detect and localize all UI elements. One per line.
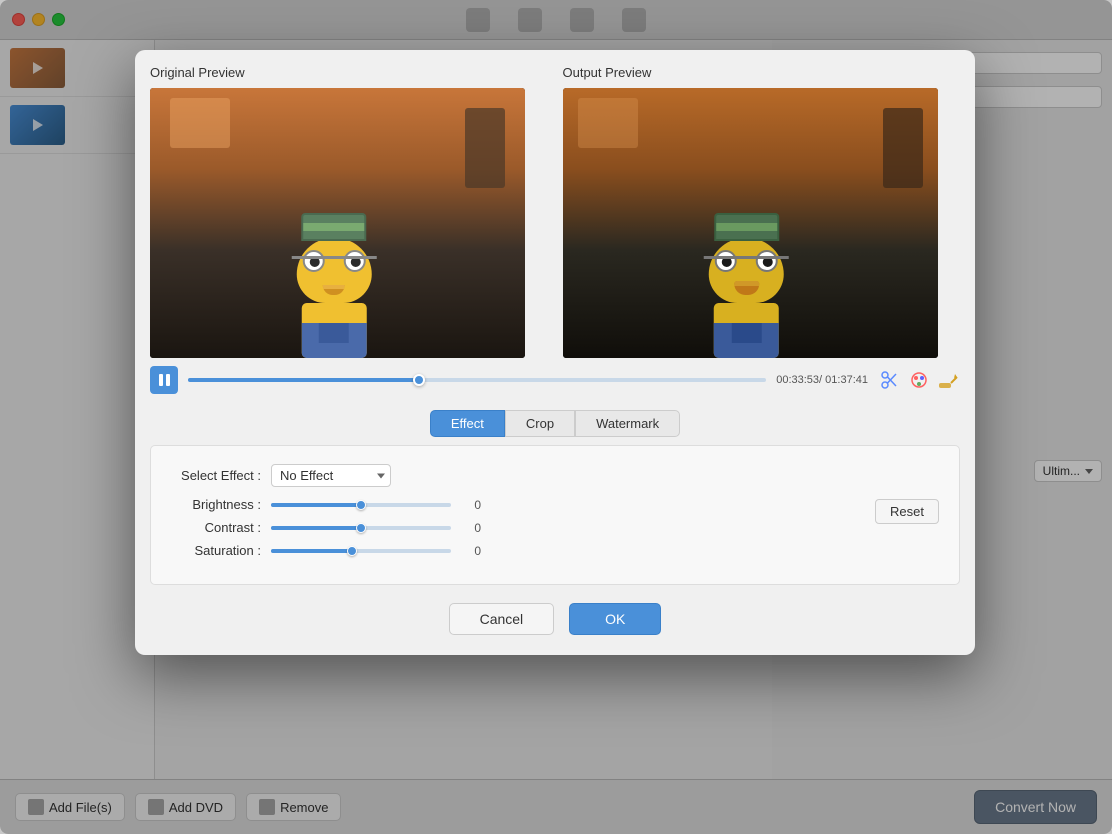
minion-figure-left <box>296 238 371 358</box>
modal-overlay: Original Preview <box>0 0 1112 834</box>
saturation-value: 0 <box>461 544 481 558</box>
brightness-fill <box>271 503 361 507</box>
contrast-thumb[interactable] <box>356 523 366 533</box>
original-scene <box>150 88 525 358</box>
bib <box>319 323 349 343</box>
body-left <box>301 303 366 358</box>
tab-effect[interactable]: Effect <box>430 410 505 437</box>
teeth-r <box>734 281 759 286</box>
progress-thumb[interactable] <box>413 374 425 386</box>
reset-area: Reset <box>875 497 939 524</box>
progress-fill <box>188 378 419 382</box>
modal-dialog: Original Preview <box>135 50 975 655</box>
contrast-slider[interactable] <box>271 526 451 530</box>
saturation-slider[interactable] <box>271 549 451 553</box>
pause-bar-right <box>166 374 170 386</box>
time-current: 00:33:53 <box>776 374 819 386</box>
bg-element-1 <box>465 108 505 188</box>
ok-label: OK <box>605 611 625 627</box>
controls-bar: 00:33:53/ 01:37:41 <box>135 358 975 402</box>
progress-bar[interactable] <box>188 378 766 382</box>
tab-watermark[interactable]: Watermark <box>575 410 680 437</box>
toolbar-icons <box>878 368 960 392</box>
output-preview-label: Output Preview <box>563 65 961 80</box>
output-preview-section: Output Preview <box>563 65 961 358</box>
ok-button[interactable]: OK <box>569 603 661 635</box>
bg-element-2 <box>170 98 230 148</box>
sliders-area: Brightness : 0 Contrast : <box>171 497 939 566</box>
output-preview-video <box>563 88 938 358</box>
saturation-row: Saturation : 0 <box>171 543 860 558</box>
select-effect-input[interactable]: No Effect Blur Sharpen Grayscale <box>271 464 391 487</box>
goggles-band <box>291 256 376 259</box>
effect-panel: Select Effect : No Effect Blur Sharpen G… <box>150 445 960 585</box>
minion-figure-right <box>709 238 784 358</box>
contrast-row: Contrast : 0 <box>171 520 860 535</box>
original-preview-section: Original Preview <box>150 65 548 358</box>
dialog-buttons: Cancel OK <box>135 585 975 655</box>
bg-element-r2 <box>578 98 638 148</box>
brightness-slider[interactable] <box>271 503 451 507</box>
reset-button[interactable]: Reset <box>875 499 939 524</box>
app-window: Ultim... Add File(s) Add DVD Remove Conv… <box>0 0 1112 834</box>
cancel-button[interactable]: Cancel <box>449 603 555 635</box>
bg-element-r1 <box>883 108 923 188</box>
minion-head-right <box>709 238 784 303</box>
hat-band-r <box>716 223 777 231</box>
brightness-value: 0 <box>461 498 481 512</box>
body-right <box>714 303 779 358</box>
eye-right-l <box>343 250 365 272</box>
eye-left-l <box>302 250 324 272</box>
pause-button[interactable] <box>150 366 178 394</box>
saturation-fill <box>271 549 352 553</box>
pause-bar-left <box>159 374 163 386</box>
wand-icon[interactable] <box>936 368 960 392</box>
output-scene <box>563 88 938 358</box>
saturation-thumb[interactable] <box>347 546 357 556</box>
brightness-label: Brightness : <box>171 497 261 512</box>
time-display: 00:33:53/ 01:37:41 <box>776 374 868 386</box>
goggles-band-r <box>704 256 789 259</box>
time-total: 01:37:41 <box>825 374 868 386</box>
eye-right-r <box>756 250 778 272</box>
contrast-label: Contrast : <box>171 520 261 535</box>
saturation-label: Saturation : <box>171 543 261 558</box>
tab-watermark-label: Watermark <box>596 416 659 431</box>
contrast-fill <box>271 526 361 530</box>
brightness-row: Brightness : 0 <box>171 497 860 512</box>
tab-crop[interactable]: Crop <box>505 410 575 437</box>
bib-r <box>731 323 761 343</box>
select-effect-row: Select Effect : No Effect Blur Sharpen G… <box>171 464 939 487</box>
select-effect-label: Select Effect : <box>171 468 271 483</box>
original-video-frame <box>150 88 525 358</box>
hat-right <box>714 213 779 241</box>
tabs-bar: Effect Crop Watermark <box>135 402 975 445</box>
reset-label: Reset <box>890 504 924 519</box>
eye-left-r <box>715 250 737 272</box>
mouth-left <box>323 285 345 295</box>
select-effect-wrapper: No Effect Blur Sharpen Grayscale <box>271 464 391 487</box>
overalls-left <box>301 323 366 358</box>
contrast-value: 0 <box>461 521 481 535</box>
scissors-icon[interactable] <box>878 368 902 392</box>
teeth <box>323 285 345 289</box>
sliders-column: Brightness : 0 Contrast : <box>171 497 860 566</box>
hat-band <box>303 223 364 231</box>
preview-area: Original Preview <box>135 50 975 358</box>
tab-crop-label: Crop <box>526 416 554 431</box>
palette-icon[interactable] <box>907 368 931 392</box>
original-preview-label: Original Preview <box>150 65 548 80</box>
tab-effect-label: Effect <box>451 416 484 431</box>
cancel-label: Cancel <box>480 611 524 627</box>
original-preview-video <box>150 88 525 358</box>
overalls-right <box>714 323 779 358</box>
minion-head-left <box>296 238 371 303</box>
preview-gap <box>548 65 563 358</box>
brightness-thumb[interactable] <box>356 500 366 510</box>
mouth-open-right <box>734 281 759 295</box>
hat-left <box>301 213 366 241</box>
output-video-frame <box>563 88 938 358</box>
